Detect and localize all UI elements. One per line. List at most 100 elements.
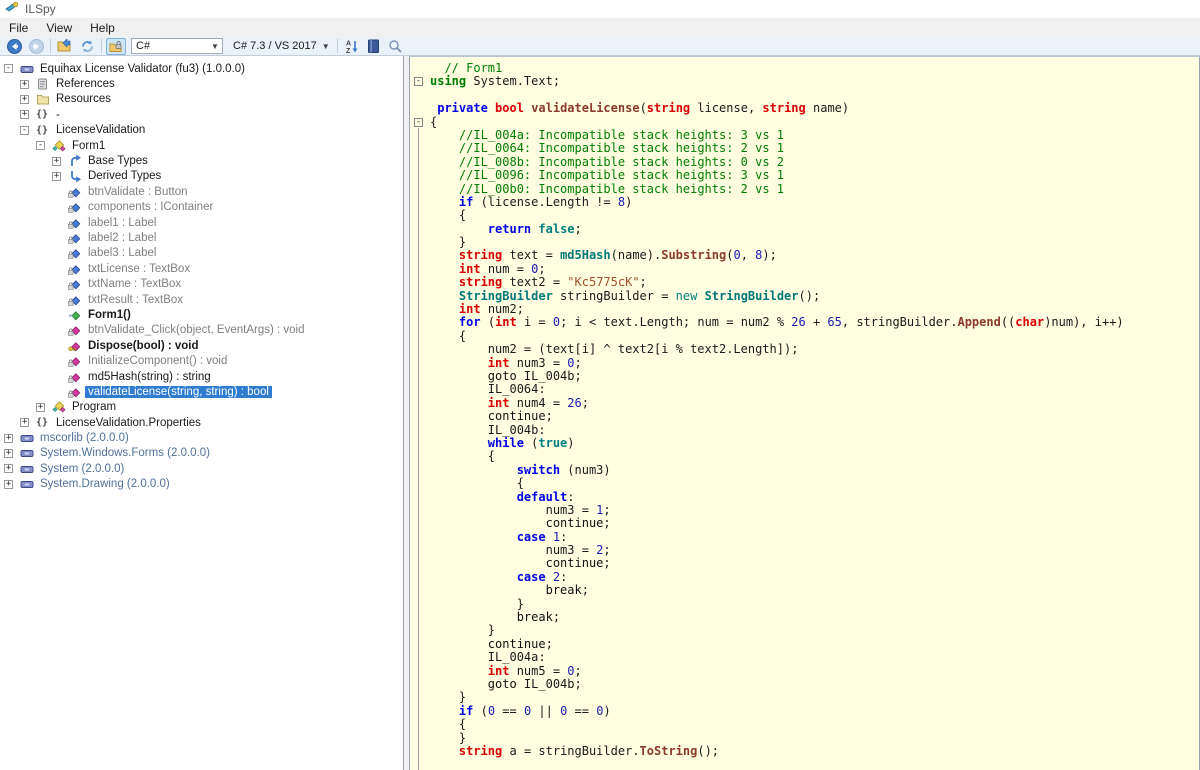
menu-view[interactable]: View: [37, 19, 81, 37]
tree-item[interactable]: + System.Drawing (2.0.0.0): [0, 477, 403, 492]
title-bar: ILSpy: [0, 0, 1200, 18]
tree-item[interactable]: + Derived Types: [0, 169, 403, 184]
tree-expander[interactable]: +: [4, 480, 20, 489]
tree-item[interactable]: +{}LicenseValidation.Properties: [0, 415, 403, 430]
menu-help[interactable]: Help: [81, 19, 124, 37]
tree-item-label[interactable]: Program: [69, 401, 119, 413]
tree-item[interactable]: label3 : Label: [0, 246, 403, 261]
tree-item[interactable]: -{}LicenseValidation: [0, 123, 403, 138]
tree-expander[interactable]: -: [20, 126, 36, 135]
tree-item[interactable]: btnValidate_Click(object, EventArgs) : v…: [0, 323, 403, 338]
tree-item[interactable]: InitializeComponent() : void: [0, 353, 403, 368]
tree-item[interactable]: - Equihax License Validator (fu3) (1.0.0.…: [0, 61, 403, 76]
tree-item[interactable]: + Program: [0, 400, 403, 415]
tree-item-label[interactable]: Derived Types: [85, 170, 164, 182]
expand-icon[interactable]: +: [4, 449, 13, 458]
expand-icon[interactable]: +: [52, 157, 61, 166]
collapse-icon[interactable]: -: [4, 64, 13, 73]
tree-item[interactable]: + System.Windows.Forms (2.0.0.0): [0, 446, 403, 461]
tree-item[interactable]: md5Hash(string) : string: [0, 369, 403, 384]
tree-item[interactable]: btnValidate : Button: [0, 184, 403, 199]
back-icon[interactable]: [4, 38, 24, 55]
tree-item-label[interactable]: System.Windows.Forms (2.0.0.0): [37, 447, 213, 459]
tree-item[interactable]: txtName : TextBox: [0, 276, 403, 291]
tree-expander[interactable]: +: [20, 80, 36, 89]
tree-item[interactable]: Dispose(bool) : void: [0, 338, 403, 353]
tree-item-label[interactable]: mscorlib (2.0.0.0): [37, 432, 132, 444]
tree-item[interactable]: label1 : Label: [0, 215, 403, 230]
tree-item-label[interactable]: label3 : Label: [85, 247, 159, 259]
tree-item-label[interactable]: Dispose(bool) : void: [85, 340, 202, 352]
tree-expander[interactable]: +: [4, 449, 20, 458]
tree-item-label[interactable]: btnValidate_Click(object, EventArgs) : v…: [85, 324, 307, 336]
expand-icon[interactable]: +: [52, 172, 61, 181]
tree-expander[interactable]: +: [4, 434, 20, 443]
sort-assemblies-icon[interactable]: AZ: [342, 38, 362, 55]
collapse-icon[interactable]: -: [36, 141, 45, 150]
tree-item[interactable]: Form1(): [0, 307, 403, 322]
tree-item-label[interactable]: -: [53, 109, 63, 121]
expand-icon[interactable]: +: [20, 80, 29, 89]
tree-item[interactable]: label2 : Label: [0, 230, 403, 245]
tree-item-label[interactable]: System (2.0.0.0): [37, 463, 127, 475]
tree-item[interactable]: validateLicense(string, string) : bool: [0, 384, 403, 399]
tree-item-label[interactable]: Base Types: [85, 155, 151, 167]
wordwrap-book-icon[interactable]: [364, 38, 384, 55]
language-select[interactable]: C# ▼: [131, 38, 223, 54]
tree-item[interactable]: txtLicense : TextBox: [0, 261, 403, 276]
tree-item[interactable]: +{}-: [0, 107, 403, 122]
tree-item-label[interactable]: System.Drawing (2.0.0.0): [37, 478, 173, 490]
tree-item-label[interactable]: md5Hash(string) : string: [85, 371, 214, 383]
fold-collapse-icon[interactable]: -: [414, 118, 423, 127]
tree-expander[interactable]: +: [4, 464, 20, 473]
collapse-icon[interactable]: -: [20, 126, 29, 135]
tree-item-label[interactable]: label2 : Label: [85, 232, 159, 244]
tree-expander[interactable]: +: [36, 403, 52, 412]
compiler-version-select[interactable]: C# 7.3 / VS 2017 ▼: [229, 38, 334, 54]
tree-item[interactable]: + System (2.0.0.0): [0, 461, 403, 476]
menu-file[interactable]: File: [0, 19, 37, 37]
expand-icon[interactable]: +: [4, 480, 13, 489]
expand-icon[interactable]: +: [20, 95, 29, 104]
tree-item-label[interactable]: validateLicense(string, string) : bool: [85, 386, 272, 398]
expand-icon[interactable]: +: [20, 418, 29, 427]
forward-icon[interactable]: [26, 38, 46, 55]
tree-expander[interactable]: +: [20, 110, 36, 119]
expand-icon[interactable]: +: [4, 434, 13, 443]
tree-expander[interactable]: +: [20, 418, 36, 427]
tree-item-label[interactable]: Resources: [53, 93, 114, 105]
tree-item-label[interactable]: label1 : Label: [85, 217, 159, 229]
reload-icon[interactable]: [77, 38, 97, 55]
search-icon[interactable]: [386, 38, 406, 55]
open-file-icon[interactable]: [55, 38, 75, 55]
tree-item[interactable]: + Resources: [0, 92, 403, 107]
tree-item-label[interactable]: LicenseValidation: [53, 124, 148, 136]
tree-item-label[interactable]: components : IContainer: [85, 201, 216, 213]
tree-item-label[interactable]: txtName : TextBox: [85, 278, 184, 290]
tree-item-label[interactable]: LicenseValidation.Properties: [53, 417, 204, 429]
tree-item-label[interactable]: btnValidate : Button: [85, 186, 191, 198]
tree-expander[interactable]: -: [4, 64, 20, 73]
tree-item-label[interactable]: txtResult : TextBox: [85, 294, 186, 306]
tree-item-label[interactable]: Equihax License Validator (fu3) (1.0.0.0…: [37, 63, 248, 75]
tree-expander[interactable]: +: [52, 172, 68, 181]
expand-icon[interactable]: +: [20, 110, 29, 119]
tree-expander[interactable]: +: [52, 157, 68, 166]
tree-expander[interactable]: -: [36, 141, 52, 150]
tree-item-label[interactable]: txtLicense : TextBox: [85, 263, 193, 275]
tree-item[interactable]: + mscorlib (2.0.0.0): [0, 430, 403, 445]
tree-item-label[interactable]: Form1: [69, 140, 108, 152]
tree-item-label[interactable]: InitializeComponent() : void: [85, 355, 230, 367]
tree-item[interactable]: + References: [0, 76, 403, 91]
fold-collapse-icon[interactable]: -: [414, 77, 423, 86]
expand-icon[interactable]: +: [4, 464, 13, 473]
tree-item[interactable]: components : IContainer: [0, 200, 403, 215]
tree-item-label[interactable]: References: [53, 78, 118, 90]
tree-item[interactable]: - Form1: [0, 138, 403, 153]
open-from-gac-icon[interactable]: [106, 38, 126, 55]
tree-item-label[interactable]: Form1(): [85, 309, 134, 321]
expand-icon[interactable]: +: [36, 403, 45, 412]
tree-item[interactable]: txtResult : TextBox: [0, 292, 403, 307]
tree-item[interactable]: + Base Types: [0, 153, 403, 168]
tree-expander[interactable]: +: [20, 95, 36, 104]
